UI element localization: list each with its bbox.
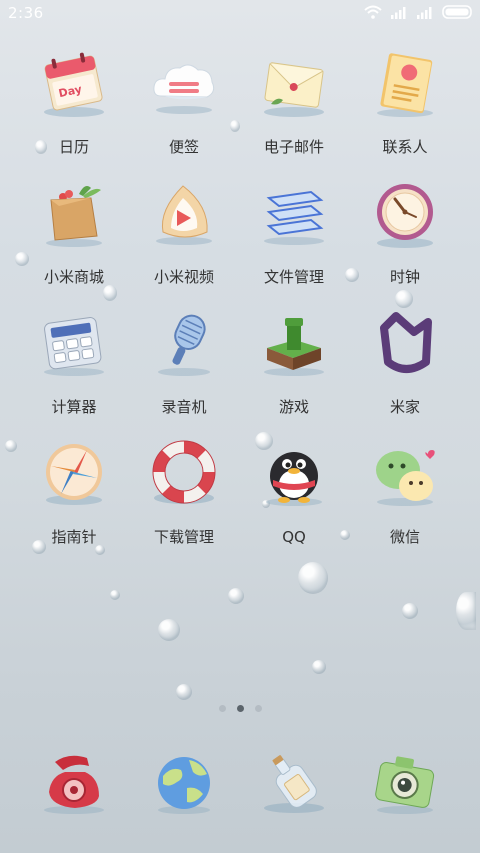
shopping-bag-icon	[46, 186, 102, 247]
globe-browser-icon	[158, 757, 210, 814]
app-label: 联系人	[382, 138, 428, 156]
notes-cloud-icon	[153, 64, 215, 114]
microphone-icon	[158, 314, 210, 376]
clock-icon	[377, 184, 433, 248]
calculator-icon	[44, 317, 104, 376]
app-qq[interactable]: QQ	[239, 440, 349, 560]
page-indicator	[0, 705, 480, 712]
water-bubble	[456, 592, 476, 630]
app-calendar[interactable]: Day 日历	[19, 50, 129, 170]
video-icon	[156, 185, 212, 245]
app-label: 录音机	[161, 398, 207, 416]
water-bubble	[158, 619, 180, 641]
water-bubble	[402, 603, 418, 619]
phone-icon	[44, 755, 104, 814]
app-compass[interactable]: 指南针	[19, 440, 129, 560]
app-notes[interactable]: 便签	[129, 50, 239, 170]
app-mi-store[interactable]: 小米商城	[19, 180, 129, 300]
app-email[interactable]: 电子邮件	[239, 50, 349, 170]
status-icons	[364, 5, 474, 19]
app-label: 电子邮件	[263, 138, 324, 156]
app-label: 微信	[389, 528, 420, 546]
app-label: 便签	[168, 138, 199, 156]
wifi-icon	[364, 5, 382, 19]
water-bubble	[228, 588, 244, 604]
dock-app-browser[interactable]	[129, 748, 239, 838]
lifebuoy-icon	[152, 440, 216, 504]
app-label: 小米视频	[153, 268, 214, 286]
email-envelope-icon	[264, 62, 324, 117]
app-mijia[interactable]: 米家	[350, 310, 460, 430]
page-dot[interactable]	[218, 705, 226, 712]
file-trays-icon	[264, 190, 324, 245]
app-label: 指南针	[51, 528, 97, 546]
app-file-manager[interactable]: 文件管理	[239, 180, 349, 300]
game-pipe-icon	[264, 318, 324, 376]
app-recorder[interactable]: 录音机	[129, 310, 239, 430]
camera-icon	[375, 756, 435, 814]
water-bubble	[110, 590, 120, 600]
compass-icon	[46, 444, 102, 505]
app-label: 文件管理	[263, 268, 324, 286]
qq-penguin-icon	[266, 452, 322, 506]
contacts-book-icon	[377, 53, 433, 117]
app-wechat[interactable]: 微信	[350, 440, 460, 560]
app-label: 米家	[389, 398, 420, 416]
status-time: 2:36	[8, 4, 44, 22]
dock-app-phone[interactable]	[19, 748, 129, 838]
signal-icon	[417, 6, 432, 19]
app-contacts[interactable]: 联系人	[350, 50, 460, 170]
app-mi-video[interactable]: 小米视频	[129, 180, 239, 300]
page-dot[interactable]	[254, 705, 262, 712]
water-bubble	[176, 684, 192, 700]
wechat-icon	[376, 450, 435, 506]
battery-icon	[442, 5, 472, 19]
app-games[interactable]: 游戏	[239, 310, 349, 430]
app-label: 计算器	[51, 398, 97, 416]
app-label: 游戏	[278, 398, 309, 416]
dock-app-camera[interactable]	[350, 748, 460, 838]
status-bar: 2:36	[0, 0, 480, 28]
calendar-icon: Day	[44, 52, 104, 117]
signal-icon	[391, 6, 406, 19]
bottle-message-icon	[264, 755, 324, 813]
app-downloads[interactable]: 下载管理	[129, 440, 239, 560]
app-label: 小米商城	[43, 268, 104, 286]
dock	[0, 748, 480, 838]
app-label: QQ	[282, 528, 306, 546]
water-bubble	[312, 660, 326, 674]
dock-app-messages[interactable]	[239, 748, 349, 838]
app-label: 时钟	[389, 268, 420, 286]
app-label: 日历	[58, 138, 89, 156]
water-bubble	[298, 562, 328, 594]
app-label: 下载管理	[153, 528, 214, 546]
water-bubble	[5, 440, 17, 452]
page-dot-active[interactable]	[236, 705, 244, 712]
mijia-icon	[380, 312, 432, 373]
app-calculator[interactable]: 计算器	[19, 310, 129, 430]
app-clock[interactable]: 时钟	[350, 180, 460, 300]
